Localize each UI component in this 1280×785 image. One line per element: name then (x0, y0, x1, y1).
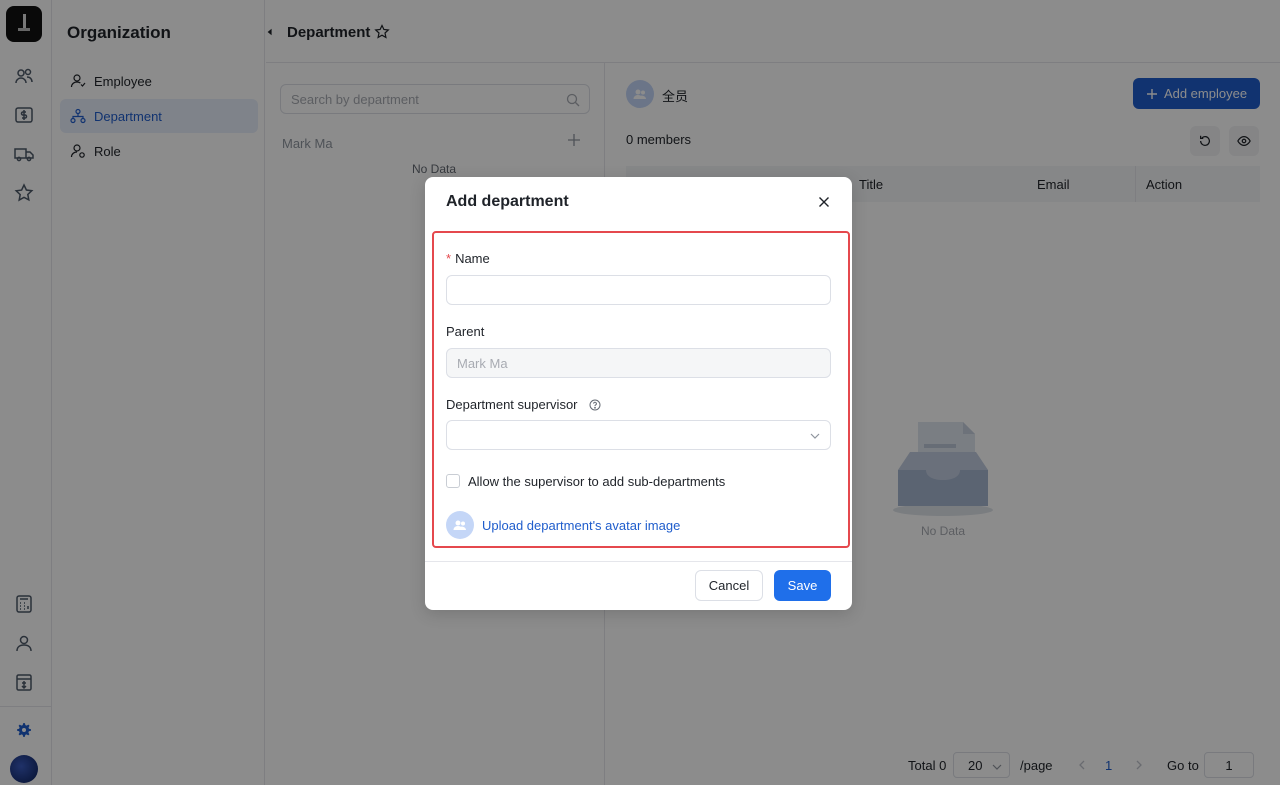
supervisor-field-label: Department supervisor (446, 397, 601, 412)
parent-field-label: Parent (446, 324, 485, 339)
dialog-title: Add department (446, 193, 569, 210)
parent-input-value: Mark Ma (457, 355, 508, 371)
department-avatar-placeholder[interactable] (446, 511, 474, 539)
close-icon[interactable] (816, 194, 832, 210)
name-input[interactable] (446, 275, 831, 305)
save-button[interactable]: Save (774, 570, 831, 601)
supervisor-label-text: Department supervisor (446, 397, 578, 412)
allow-subdepartments-label[interactable]: Allow the supervisor to add sub-departme… (468, 474, 725, 489)
add-department-dialog: Add department * Name Parent Mark Ma Depa… (425, 177, 852, 610)
upload-avatar-link[interactable]: Upload department's avatar image (482, 518, 680, 533)
supervisor-select[interactable] (446, 420, 831, 450)
group-icon (453, 520, 466, 530)
help-icon[interactable] (589, 399, 601, 411)
name-field-label: * Name (446, 251, 490, 266)
allow-subdepartments-checkbox[interactable] (446, 474, 460, 488)
chevron-down-icon (810, 433, 820, 439)
cancel-button[interactable]: Cancel (695, 570, 763, 601)
name-label-text: Name (455, 251, 490, 266)
parent-input: Mark Ma (446, 348, 831, 378)
required-mark: * (446, 251, 452, 266)
